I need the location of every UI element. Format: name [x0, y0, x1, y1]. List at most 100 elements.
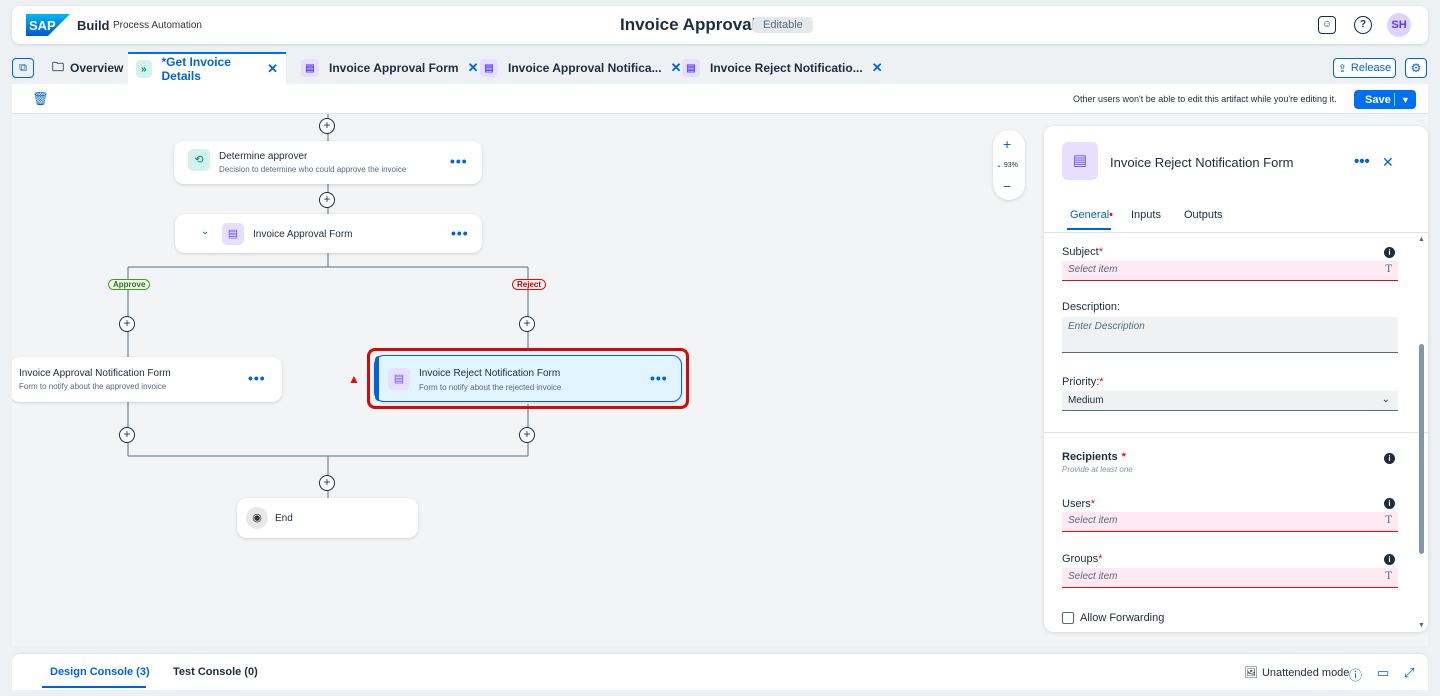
chevron-down-icon[interactable]: ⌄	[201, 226, 209, 237]
add-step-button[interactable]: +	[319, 475, 335, 491]
close-icon[interactable]: ✕	[267, 61, 278, 77]
zoom-level[interactable]: ⌄ 93%	[996, 161, 1018, 169]
tab-overview[interactable]: 🗀 Overview	[52, 52, 123, 84]
brand-subtitle: Process Automation	[113, 20, 202, 31]
node-title: End	[275, 513, 293, 524]
panel-title: Invoice Reject Notification Form	[1110, 155, 1294, 170]
help-icon[interactable]: ?	[1354, 16, 1372, 34]
add-step-button[interactable]: +	[119, 316, 135, 332]
subject-field[interactable]: Select item T	[1062, 261, 1398, 281]
info-icon[interactable]: i	[1384, 247, 1395, 258]
tab-outputs[interactable]: Outputs	[1184, 209, 1223, 221]
zoom-control: + ⌄ 93% −	[993, 130, 1025, 200]
more-options-icon[interactable]: •••	[650, 370, 668, 386]
tab-invoice-approval-form[interactable]: ▤ Invoice Approval Form ✕	[301, 52, 479, 84]
close-icon[interactable]: ✕	[468, 60, 479, 76]
unattended-mode[interactable]: 🖼 Unattended mode	[1244, 666, 1349, 680]
description-field[interactable]: Enter Description	[1062, 317, 1398, 353]
allow-forwarding-checkbox[interactable]	[1062, 612, 1074, 624]
search-view-button[interactable]: ⧉	[12, 58, 34, 78]
more-options-icon[interactable]: •••	[450, 153, 468, 169]
priority-label: Priority:*	[1062, 376, 1104, 388]
recipients-title: Recipients *	[1062, 451, 1126, 463]
info-icon[interactable]: i	[1384, 453, 1395, 464]
text-type-icon[interactable]: T	[1385, 571, 1392, 582]
tab-general[interactable]: General•	[1070, 209, 1113, 221]
subject-label: Subject*	[1062, 246, 1103, 258]
tab-test-console[interactable]: Test Console (0)	[173, 666, 258, 678]
tab-inputs[interactable]: Inputs	[1131, 209, 1161, 221]
close-icon[interactable]: ✕	[872, 60, 883, 76]
node-end[interactable]: ◉ End	[237, 498, 418, 538]
close-icon[interactable]: ✕	[671, 60, 682, 76]
console-bar: Design Console (3) Test Console (0) 🖼 Un…	[12, 654, 1428, 690]
shell-bar: SAP Build Process Automation Invoice App…	[12, 6, 1428, 44]
close-icon[interactable]: ✕	[1382, 154, 1394, 171]
decision-icon: ⟲	[188, 149, 210, 171]
more-options-icon[interactable]: •••	[1354, 153, 1370, 170]
node-title: Invoice Approval Form	[253, 229, 353, 240]
add-step-button[interactable]: +	[319, 192, 335, 208]
scroll-up-icon[interactable]: ▲	[1418, 236, 1425, 243]
feedback-icon[interactable]: ☺	[1318, 16, 1336, 34]
folder-icon: 🗀	[52, 59, 65, 74]
node-description: Form to notify about the rejected invoic…	[419, 383, 562, 392]
release-button[interactable]: ⇪ Release	[1333, 58, 1396, 78]
panel-toggle-icon[interactable]: ▭	[1377, 665, 1389, 681]
tab-invoice-approval-notification[interactable]: ▤ Invoice Approval Notifica... ✕	[480, 52, 682, 84]
tab-design-console[interactable]: Design Console (3)	[50, 666, 150, 678]
image-icon: 🖼	[1244, 667, 1258, 679]
tab-label: Overview	[70, 61, 124, 75]
trash-icon[interactable]: 🗑	[32, 91, 49, 107]
node-invoice-approval-notification[interactable]: Invoice Approval Notification Form Form …	[12, 357, 282, 402]
warning-icon[interactable]: ▲	[348, 372, 360, 386]
tab-get-invoice-details[interactable]: » *Get Invoice Details ✕	[128, 52, 286, 84]
chevron-down-icon[interactable]: ▼	[1395, 95, 1410, 105]
node-title: Determine approver	[219, 151, 308, 162]
tab-invoice-reject-notification[interactable]: ▤ Invoice Reject Notificatio... ✕	[682, 52, 883, 84]
info-icon[interactable]: i	[1384, 554, 1395, 565]
expand-icon[interactable]: ⤢	[1404, 665, 1414, 681]
users-label: Users*	[1062, 498, 1096, 510]
form-icon: ▤	[222, 223, 244, 245]
branch-label-approve[interactable]: Approve	[108, 279, 151, 290]
info-icon[interactable]: ⓘ	[1349, 665, 1362, 684]
scroll-down-icon[interactable]: ▼	[1418, 622, 1425, 629]
priority-select[interactable]: Medium ⌄	[1062, 391, 1398, 411]
groups-field[interactable]: Select item T	[1062, 568, 1398, 588]
tab-bar: ⧉ 🗀 Overview » *Get Invoice Details ✕ ▤ …	[0, 50, 1440, 84]
tab-label: *Get Invoice Details	[161, 55, 231, 83]
avatar[interactable]: SH	[1387, 13, 1411, 37]
info-icon[interactable]: i	[1384, 498, 1395, 509]
form-icon: ▤	[1062, 142, 1098, 180]
groups-label: Groups*	[1062, 553, 1103, 565]
end-icon: ◉	[246, 507, 268, 529]
node-title: Invoice Approval Notification Form	[19, 368, 171, 379]
node-invoice-reject-notification[interactable]: ▤ Invoice Reject Notification Form Form …	[374, 355, 682, 402]
text-type-icon[interactable]: T	[1385, 515, 1392, 526]
chevron-down-icon: ⌄	[1381, 394, 1390, 405]
text-type-icon[interactable]: T	[1385, 264, 1392, 275]
add-step-button[interactable]: +	[319, 118, 335, 134]
save-button[interactable]: Save ▼	[1354, 90, 1416, 109]
upload-icon: ⇪	[1337, 62, 1347, 75]
users-field[interactable]: Select item T	[1062, 512, 1398, 532]
node-determine-approver[interactable]: ⟲ Determine approver Decision to determi…	[174, 141, 482, 184]
tab-label: Invoice Approval Form	[329, 61, 459, 75]
brand-name: Build	[77, 18, 110, 33]
more-options-icon[interactable]: •••	[248, 370, 266, 386]
zoom-out-icon[interactable]: −	[1003, 178, 1011, 194]
release-label: Release	[1350, 62, 1392, 74]
zoom-in-icon[interactable]: +	[1003, 136, 1011, 152]
save-label: Save	[1365, 93, 1391, 106]
sap-logo[interactable]: SAP	[26, 14, 70, 36]
panel-scrollbar[interactable]: ▲ ▼	[1418, 236, 1425, 632]
add-step-button[interactable]: +	[519, 316, 535, 332]
settings-gear-icon[interactable]: ⚙	[1405, 58, 1427, 78]
more-options-icon[interactable]: •••	[451, 225, 469, 241]
add-step-button[interactable]: +	[119, 427, 135, 443]
node-invoice-approval-form[interactable]: ⌄ ▤ Invoice Approval Form •••	[175, 214, 482, 253]
add-step-button[interactable]: +	[519, 427, 535, 443]
form-icon: ▤	[480, 59, 498, 77]
branch-label-reject[interactable]: Reject	[512, 279, 547, 290]
